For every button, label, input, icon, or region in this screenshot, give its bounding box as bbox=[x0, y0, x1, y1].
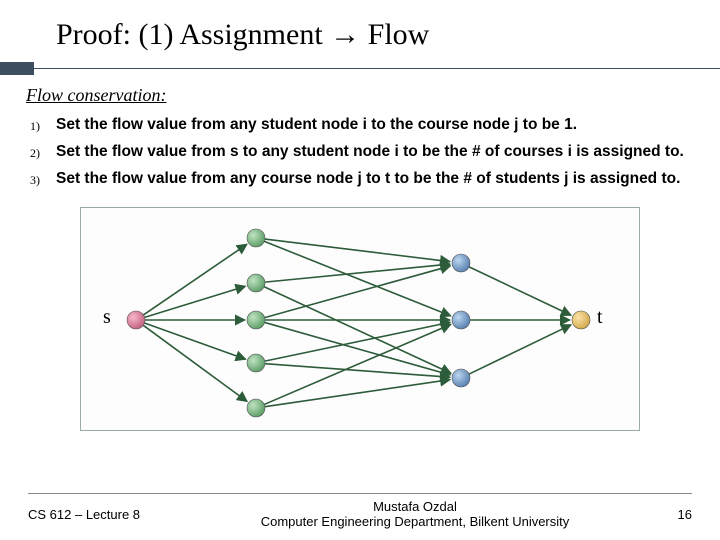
page-title: Proof: (1) Assignment → Flow bbox=[56, 18, 720, 52]
flow-diagram: s t bbox=[80, 207, 640, 431]
step-item: 2) Set the flow value from s to any stud… bbox=[26, 139, 694, 166]
footer-author: Mustafa Ozdal Computer Engineering Depar… bbox=[198, 499, 632, 530]
footer-name: Mustafa Ozdal bbox=[198, 499, 632, 515]
step-text: Set the flow value from any student node… bbox=[56, 115, 694, 136]
node-label-t: t bbox=[597, 306, 603, 329]
footer-divider bbox=[28, 493, 692, 494]
step-number: 3) bbox=[30, 169, 56, 190]
step-number: 2) bbox=[30, 142, 56, 163]
step-text: Set the flow value from s to any student… bbox=[56, 142, 694, 163]
footer: CS 612 – Lecture 8 Mustafa Ozdal Compute… bbox=[0, 499, 720, 530]
node-label-s: s bbox=[103, 306, 111, 329]
footer-course: CS 612 – Lecture 8 bbox=[28, 507, 198, 522]
footer-affiliation: Computer Engineering Department, Bilkent… bbox=[198, 514, 632, 530]
page-number: 16 bbox=[632, 507, 692, 522]
step-item: 1) Set the flow value from any student n… bbox=[26, 112, 694, 139]
graph-svg bbox=[81, 208, 641, 432]
step-text: Set the flow value from any course node … bbox=[56, 169, 694, 190]
title-underline bbox=[0, 62, 720, 75]
step-item: 3) Set the flow value from any course no… bbox=[26, 166, 694, 193]
step-number: 1) bbox=[30, 115, 56, 136]
section-heading: Flow conservation: bbox=[26, 85, 694, 106]
